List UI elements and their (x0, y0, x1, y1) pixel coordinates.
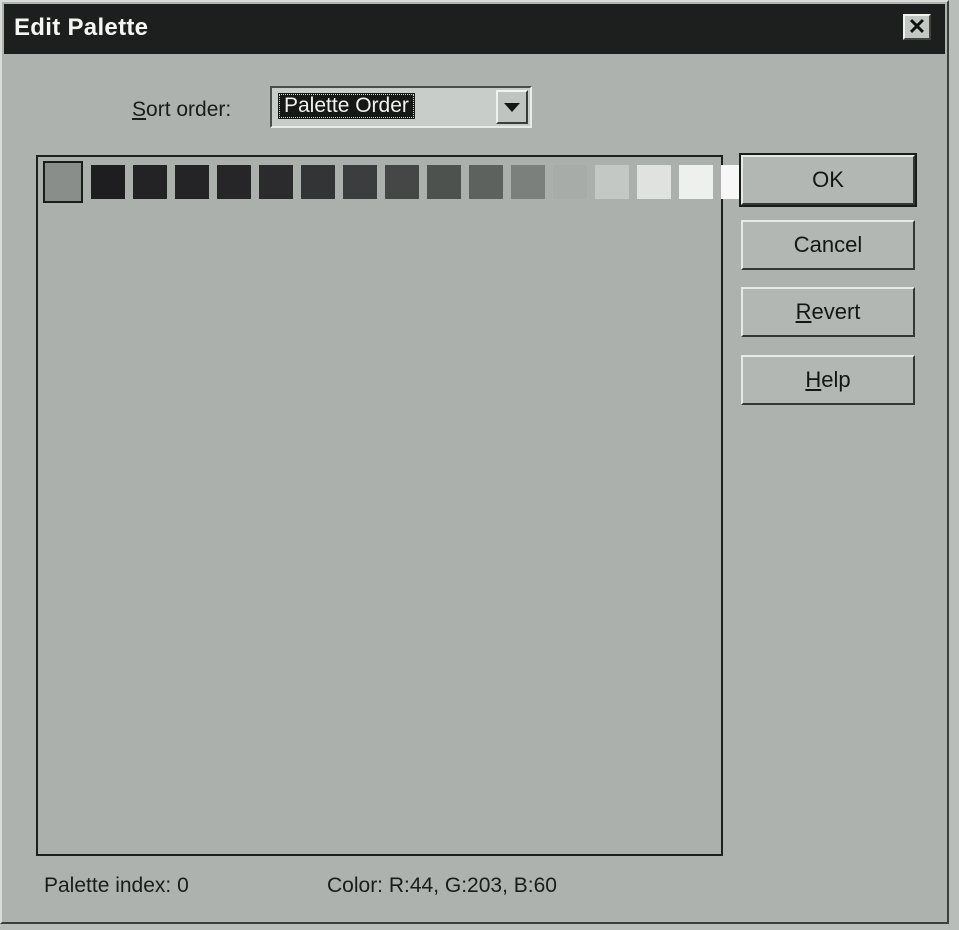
palette-swatch[interactable] (469, 165, 503, 199)
palette-swatch[interactable] (427, 165, 461, 199)
window-title: Edit Palette (14, 14, 149, 41)
cancel-button-label: Cancel (793, 232, 863, 257)
palette-swatch[interactable] (553, 165, 587, 199)
palette-swatch[interactable] (343, 165, 377, 199)
swatch-row (43, 161, 755, 203)
palette-swatch[interactable] (91, 165, 125, 199)
sort-order-label-accel: S (132, 98, 147, 121)
palette-swatch[interactable] (679, 165, 713, 199)
palette-swatch[interactable] (595, 165, 629, 199)
ok-button-label: OK (812, 167, 844, 192)
help-button-label: Help (805, 367, 850, 393)
help-button[interactable]: Help (741, 355, 915, 405)
cancel-button[interactable]: Cancel (741, 220, 915, 270)
palette-grid[interactable] (36, 155, 755, 856)
palette-swatch[interactable] (301, 165, 335, 199)
palette-swatch[interactable] (217, 165, 251, 199)
palette-swatch[interactable] (511, 165, 545, 199)
color-readout: Color: R:44, G:203, B:60 (327, 874, 557, 897)
sort-order-label-rest: ort order: (146, 98, 232, 121)
palette-swatch[interactable] (637, 165, 671, 199)
palette-swatch[interactable] (133, 165, 167, 199)
revert-accel: R (795, 299, 812, 324)
sort-order-value: Palette Order (278, 93, 415, 119)
help-accel: H (805, 367, 822, 392)
palette-index-readout: Palette index: 0 (44, 874, 189, 897)
ok-button[interactable]: OK (739, 153, 917, 207)
revert-button-label: Revert (796, 299, 861, 325)
chevron-down-icon (504, 102, 520, 112)
revert-rest: evert (811, 299, 861, 324)
dropdown-button[interactable] (496, 90, 528, 124)
help-rest: elp (821, 367, 851, 392)
palette-swatch[interactable] (175, 165, 209, 199)
title-bar[interactable]: Edit Palette ✕ (4, 4, 945, 54)
sort-order-label: Sort order: (132, 98, 231, 122)
close-icon: ✕ (907, 14, 927, 39)
palette-swatch[interactable] (259, 165, 293, 199)
revert-button[interactable]: Revert (741, 287, 915, 337)
sort-order-dropdown[interactable]: Palette Order (270, 86, 532, 128)
palette-swatch[interactable] (43, 161, 83, 203)
palette-swatch[interactable] (385, 165, 419, 199)
close-button[interactable]: ✕ (903, 14, 931, 40)
